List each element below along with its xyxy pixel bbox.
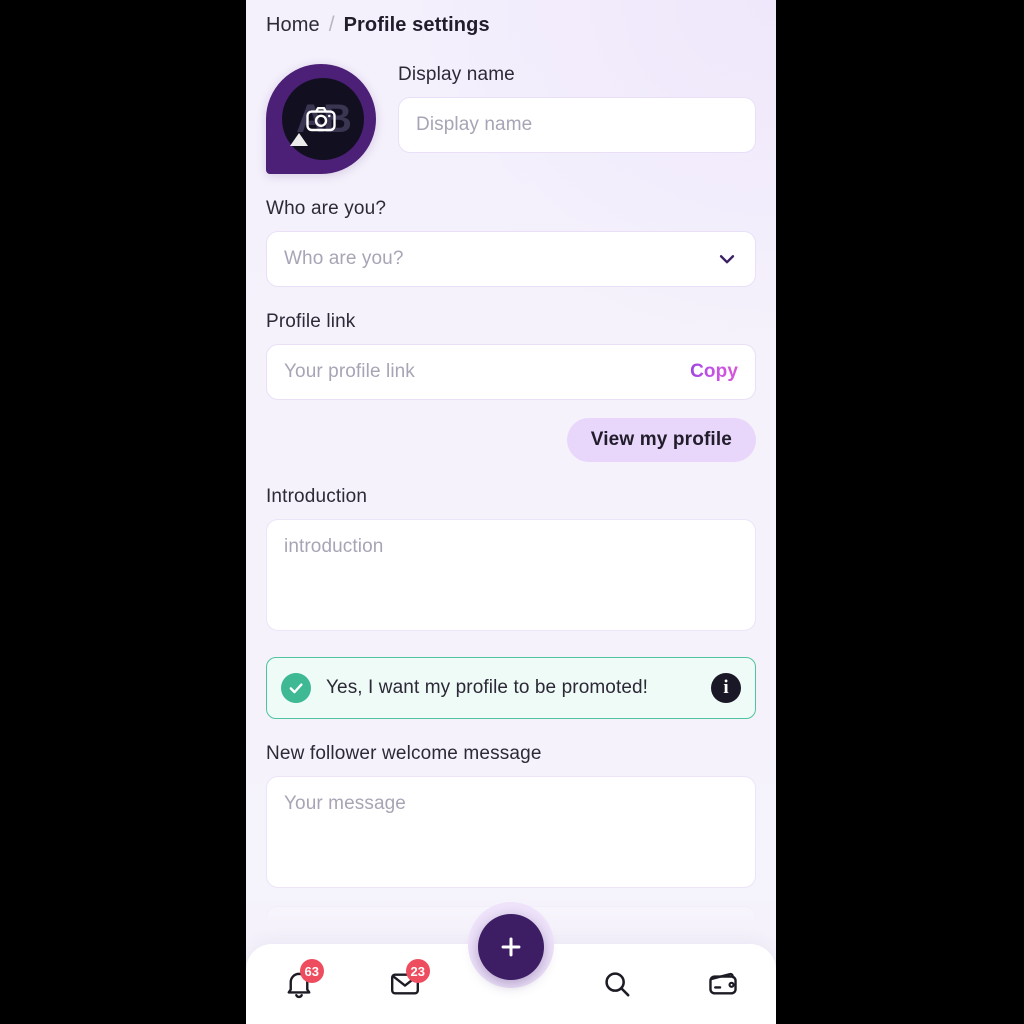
view-profile-row: View my profile (266, 418, 756, 462)
plus-icon (501, 937, 521, 957)
profile-link-label: Profile link (266, 311, 356, 332)
profile-link-group: Profile link Your profile link Copy (266, 311, 756, 400)
profile-link-value: Your profile link (284, 361, 415, 382)
welcome-message-group: New follower welcome message Your messag… (266, 743, 756, 888)
breadcrumb: Home / Profile settings (266, 0, 756, 40)
who-are-you-select[interactable]: Who are you? (266, 231, 756, 287)
camera-icon (306, 106, 336, 132)
introduction-label: Introduction (266, 486, 368, 507)
nav-item-notifications[interactable]: 63 (270, 955, 328, 1013)
who-are-you-label: Who are you? (266, 198, 387, 219)
create-button[interactable] (478, 914, 544, 980)
welcome-message-textarea[interactable]: Your message (266, 776, 756, 888)
avatar-accent-triangle (290, 133, 308, 146)
who-are-you-value: Who are you? (284, 248, 404, 269)
nav-item-wallet[interactable] (694, 955, 752, 1013)
mobile-screen: Home / Profile settings AB Display name … (246, 0, 776, 1024)
introduction-group: Introduction introduction (266, 486, 756, 631)
nav-item-messages[interactable]: 23 (376, 955, 434, 1013)
wallet-icon (709, 972, 737, 995)
copy-button[interactable]: Copy (680, 361, 738, 383)
nav-item-search[interactable] (588, 955, 646, 1013)
profile-link-input[interactable]: Your profile link Copy (266, 344, 756, 400)
welcome-message-label: New follower welcome message (266, 743, 542, 764)
profile-header-row: AB Display name Display name (266, 64, 756, 174)
messages-badge: 23 (405, 959, 430, 983)
page-title: Profile settings (343, 13, 490, 36)
check-icon (281, 673, 311, 703)
breadcrumb-separator: / (328, 13, 335, 36)
display-name-input[interactable]: Display name (398, 97, 756, 153)
notifications-badge: 63 (299, 959, 324, 983)
promote-profile-checkbox[interactable]: Yes, I want my profile to be promoted! i (266, 657, 756, 719)
breadcrumb-home[interactable]: Home (266, 14, 320, 37)
introduction-textarea[interactable]: introduction (266, 519, 756, 631)
display-name-field-group: Display name Display name (398, 64, 756, 153)
avatar-upload[interactable]: AB (266, 64, 376, 174)
search-icon (605, 972, 630, 997)
chevron-down-icon (719, 255, 735, 264)
promote-profile-label: Yes, I want my profile to be promoted! (326, 677, 649, 698)
info-icon[interactable]: i (711, 673, 741, 703)
scroll-content[interactable]: Home / Profile settings AB Display name … (246, 0, 776, 1024)
display-name-label: Display name (398, 64, 515, 85)
who-are-you-group: Who are you? Who are you? (266, 198, 756, 287)
view-my-profile-button[interactable]: View my profile (566, 418, 756, 462)
